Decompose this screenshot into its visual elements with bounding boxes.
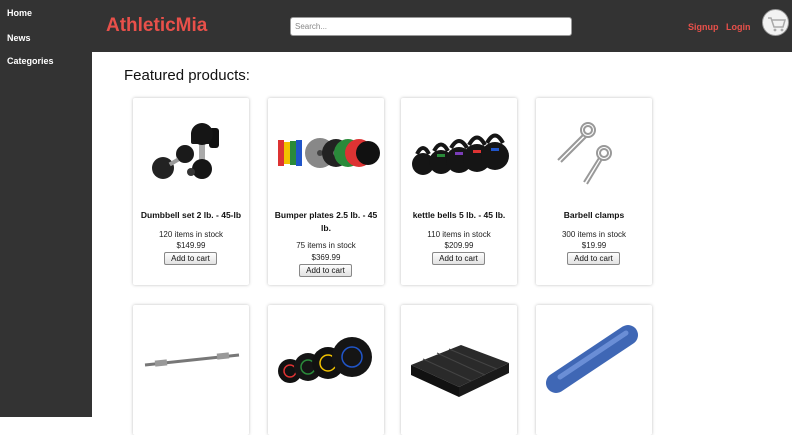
product-price: $209.99 [444, 241, 474, 250]
product-image-bumper-plates[interactable] [268, 98, 384, 208]
sidebar-item-news[interactable]: News [7, 33, 31, 43]
product-card [133, 305, 249, 435]
product-card [268, 305, 384, 435]
product-image-barbell-clamps[interactable] [536, 98, 652, 208]
sidebar-item-categories[interactable]: Categories [7, 56, 54, 66]
add-to-cart-button[interactable]: Add to cart [567, 252, 620, 265]
product-card: Dumbbell set 2 lb. - 45-lb 120 items in … [133, 98, 249, 285]
product-name[interactable]: Dumbbell set 2 lb. - 45-lb [137, 209, 245, 222]
signup-link[interactable]: Signup [688, 22, 719, 32]
product-name[interactable]: Barbell clamps [540, 209, 648, 222]
product-stock: 120 items in stock [158, 230, 224, 239]
add-to-cart-button[interactable]: Add to cart [432, 252, 485, 265]
product-price: $149.99 [176, 241, 206, 250]
product-image-weight-plates[interactable] [268, 305, 384, 415]
product-card [401, 305, 517, 435]
product-stock: 300 items in stock [561, 230, 627, 239]
product-image-foam-roller[interactable] [536, 305, 652, 415]
product-stock: 110 items in stock [427, 230, 491, 239]
product-price: $369.99 [311, 253, 341, 262]
sidebar: Home News Categories [0, 0, 92, 417]
product-price: $19.99 [581, 241, 607, 250]
product-card [536, 305, 652, 435]
shopping-cart-icon[interactable] [762, 9, 789, 36]
product-card: Bumper plates 2.5 lb. - 45 lb. 75 items … [268, 98, 384, 285]
product-name[interactable]: kettle bells 5 lb. - 45 lb. [405, 209, 513, 222]
product-stock: 75 items in stock [296, 241, 356, 250]
header: AthleticMia Signup Login [92, 0, 792, 52]
product-image-dumbbells[interactable] [133, 98, 249, 208]
add-to-cart-button[interactable]: Add to cart [164, 252, 217, 265]
product-card: kettle bells 5 lb. - 45 lb. 110 items in… [401, 98, 517, 285]
product-image-barbell[interactable] [133, 305, 249, 415]
product-image-kettle-bells[interactable] [401, 98, 517, 208]
product-name[interactable]: Bumper plates 2.5 lb. - 45 lb. [272, 209, 380, 235]
brand-logo[interactable]: AthleticMia [106, 15, 207, 37]
search-input[interactable] [290, 17, 572, 36]
add-to-cart-button[interactable]: Add to cart [299, 264, 352, 277]
sidebar-item-home[interactable]: Home [7, 8, 32, 18]
page-title: Featured products: [124, 67, 250, 84]
login-link[interactable]: Login [726, 22, 751, 32]
product-card: Barbell clamps 300 items in stock $19.99… [536, 98, 652, 285]
product-image-floor-mats[interactable] [401, 305, 517, 415]
